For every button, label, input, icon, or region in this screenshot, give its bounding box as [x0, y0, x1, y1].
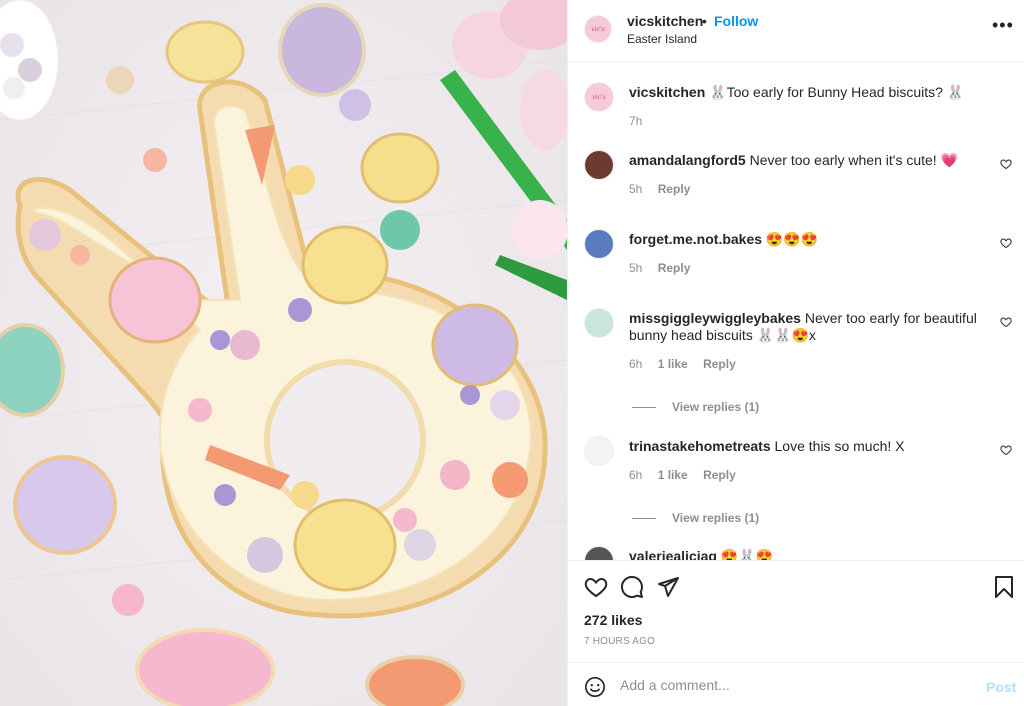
comment-meta: 5h Reply: [629, 261, 702, 275]
caption-time[interactable]: 7h: [629, 114, 642, 128]
comment-time[interactable]: 6h: [629, 468, 642, 482]
comment-text: forget.me.not.bakes 😍😍😍: [629, 231, 981, 248]
caption-username[interactable]: vicskitchen: [629, 84, 705, 100]
share-paper-plane-icon[interactable]: [656, 575, 680, 599]
post-panel: vic's vicskitchen • Follow Easter Island…: [567, 0, 1024, 706]
comment-input[interactable]: [620, 675, 960, 695]
comment-text: trinastakehometreats Love this so much! …: [629, 438, 981, 455]
comment-like-count[interactable]: 1 like: [658, 468, 688, 482]
post-photo[interactable]: [0, 0, 567, 706]
header-separator: •: [702, 13, 707, 29]
comment-username[interactable]: forget.me.not.bakes: [629, 231, 762, 247]
comment-username[interactable]: valeriealiciag: [629, 548, 717, 560]
view-replies-button[interactable]: View replies (1): [632, 400, 759, 414]
post-timestamp[interactable]: 7 HOURS AGO: [584, 636, 655, 647]
reply-button[interactable]: Reply: [703, 357, 736, 371]
comment-text: missgiggleywiggleybakes Never too early …: [629, 310, 981, 344]
like-comment-heart-icon[interactable]: [1000, 444, 1012, 456]
more-options-icon[interactable]: •••: [992, 16, 1014, 34]
post-location[interactable]: Easter Island: [627, 32, 697, 46]
comments-list[interactable]: vic's vicskitchen 🐰Too early for Bunny H…: [568, 62, 1024, 560]
caption-avatar[interactable]: vic's: [584, 82, 614, 112]
bunny-cake-photo: [0, 0, 567, 706]
follow-button[interactable]: Follow: [714, 13, 758, 29]
comment-username[interactable]: amandalangford5: [629, 152, 746, 168]
comment-like-count[interactable]: 1 like: [658, 357, 688, 371]
view-replies-label: View replies (1): [672, 511, 760, 525]
emoji-icon[interactable]: [584, 676, 606, 698]
commenter-avatar[interactable]: [584, 308, 614, 338]
like-heart-icon[interactable]: [584, 575, 608, 599]
bookmark-icon[interactable]: [994, 575, 1014, 599]
comment-meta: 5h Reply: [629, 182, 702, 196]
likes-count[interactable]: 272 likes: [584, 612, 642, 628]
reply-button[interactable]: Reply: [703, 468, 736, 482]
view-replies-line: [632, 518, 656, 520]
comment-body: 😍😍😍: [765, 231, 819, 247]
comment-meta: 6h 1 like Reply: [629, 468, 748, 482]
caption-body: 🐰Too early for Bunny Head biscuits? 🐰: [709, 84, 965, 100]
comment-time[interactable]: 5h: [629, 261, 642, 275]
post-actions: 272 likes 7 HOURS AGO: [568, 560, 1024, 662]
comment-text: amandalangford5 Never too early when it'…: [629, 152, 981, 169]
post-header: vic's vicskitchen • Follow Easter Island…: [568, 0, 1024, 62]
like-comment-heart-icon[interactable]: [1000, 158, 1012, 170]
reply-button[interactable]: Reply: [658, 182, 691, 196]
instagram-post: vic's vicskitchen • Follow Easter Island…: [0, 0, 1024, 706]
view-replies-line: [632, 407, 656, 409]
comment-text: valeriealiciag 😍🐰😍: [629, 548, 981, 560]
comment-time[interactable]: 6h: [629, 357, 642, 371]
caption-text: vicskitchen 🐰Too early for Bunny Head bi…: [629, 84, 981, 101]
view-replies-button[interactable]: View replies (1): [632, 511, 759, 525]
avatar-logo-text: vic's: [591, 25, 605, 33]
reply-button[interactable]: Reply: [658, 261, 691, 275]
comment-body: 😍🐰😍: [720, 548, 774, 560]
commenter-avatar[interactable]: [584, 546, 614, 560]
view-replies-label: View replies (1): [672, 400, 760, 414]
author-avatar[interactable]: vic's: [584, 15, 612, 43]
comment-time[interactable]: 5h: [629, 182, 642, 196]
comment-body: Never too early when it's cute! 💗: [749, 152, 959, 168]
commenter-avatar[interactable]: [584, 436, 614, 466]
comment-username[interactable]: missgiggleywiggleybakes: [629, 310, 801, 326]
like-comment-heart-icon[interactable]: [1000, 237, 1012, 249]
add-comment-bar: Post: [568, 662, 1024, 706]
commenter-avatar[interactable]: [584, 150, 614, 180]
avatar-logo-text: vic's: [592, 93, 606, 101]
caption-meta: 7h: [629, 114, 654, 128]
like-comment-heart-icon[interactable]: [1000, 316, 1012, 328]
commenter-avatar[interactable]: [584, 229, 614, 259]
author-username[interactable]: vicskitchen: [627, 13, 703, 29]
post-comment-button[interactable]: Post: [986, 679, 1016, 695]
comment-bubble-icon[interactable]: [620, 575, 644, 599]
comment-username[interactable]: trinastakehometreats: [629, 438, 771, 454]
comment-meta: 6h 1 like Reply: [629, 357, 748, 371]
comment-body: Love this so much! X: [774, 438, 905, 454]
